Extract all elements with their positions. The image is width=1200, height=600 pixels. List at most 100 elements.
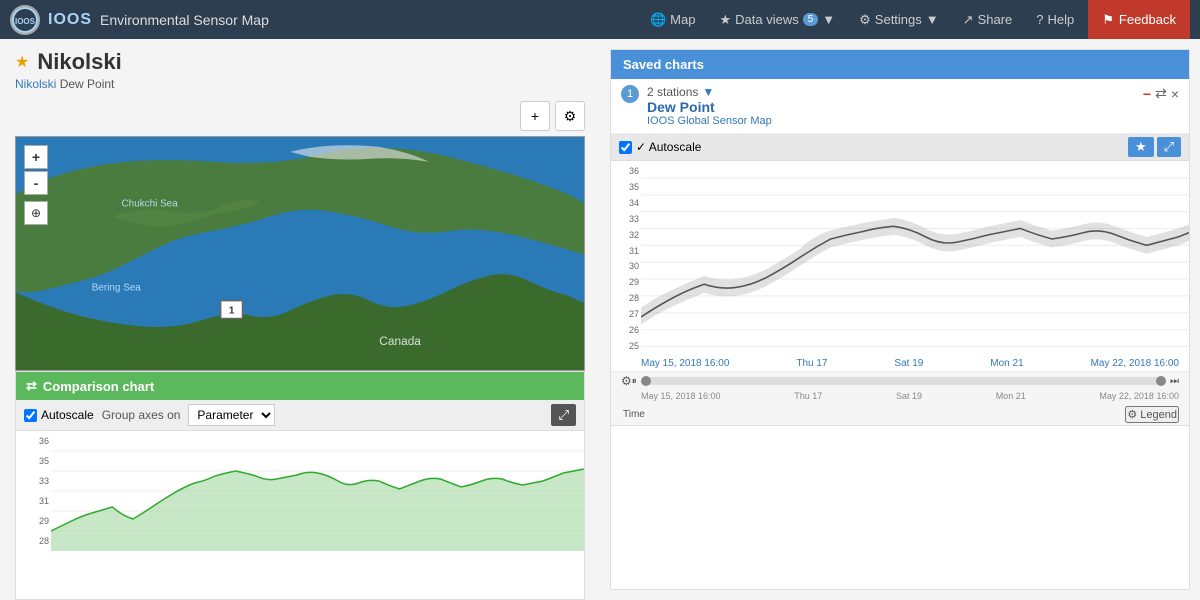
svg-text:Canada: Canada [379,334,421,348]
shuffle-icon: ⇄ [26,378,37,394]
chart-info: 2 stations ▼ Dew Point IOOS Global Senso… [647,85,1143,127]
breadcrumb: Nikolski Dew Point [15,77,585,91]
time-label-1: May 15, 2018 16:00 [641,358,729,369]
stations-row: 2 stations ▼ [647,85,1143,99]
slider-left-thumb[interactable] [641,376,651,386]
svg-text:1: 1 [229,305,235,316]
autoscale-text: ✓ Autoscale [636,140,701,154]
close-chart-button[interactable]: × [1171,85,1179,102]
globe-icon: 🌐 [650,12,666,28]
app-title: Environmental Sensor Map [100,12,269,28]
shuffle-chart-button[interactable]: ⇄ [1155,85,1167,102]
expand-comparison-button[interactable]: ⤢ [551,404,576,426]
gear-icon: ⚙ [859,12,871,28]
data-views-button[interactable]: ★ Data views 5 ▼ [709,8,845,32]
locate-button[interactable]: ⊕ [24,201,48,225]
help-button[interactable]: ? Help [1026,8,1084,31]
map-container[interactable]: Chukchi Sea Bering Sea Canada 1 + - ⊕ [15,136,585,371]
time-sub-4: Mon 21 [996,391,1026,401]
caret-down-icon: ▼ [822,12,835,27]
chart-number-badge: 1 [621,85,639,103]
chart-action-buttons: ★ ⤢ [1128,137,1181,157]
chart-autoscale-label[interactable]: ✓ Autoscale [619,140,701,154]
data-views-badge: 5 [803,13,819,26]
star-icon: ★ [719,12,731,28]
chart-name[interactable]: Dew Point [647,99,1143,115]
time-sub-2: Thu 17 [794,391,822,401]
legend-button[interactable]: ⚙ Legend [1125,406,1179,423]
group-axes-label: Group axes on [102,408,181,422]
chart-source[interactable]: IOOS Global Sensor Map [647,115,1143,127]
autoscale-checkbox[interactable] [24,409,37,422]
ioos-logo: IOOS [10,5,40,35]
saved-charts-panel: Saved charts 1 2 stations ▼ Dew Point IO… [610,49,1190,590]
svg-text:Chukchi Sea: Chukchi Sea [122,198,179,209]
time-axis-label: Time [621,407,647,422]
header-nav: 🌐 Map ★ Data views 5 ▼ ⚙ Settings ▼ ↗ Sh… [640,0,1190,39]
slider-end-icon: ⏭ [1170,376,1179,387]
slider-area: ⏸ ⏭ [632,376,1179,387]
time-sub-axis: May 15, 2018 16:00 Thu 17 Sat 19 Mon 21 … [611,390,1189,404]
breadcrumb-link[interactable]: Nikolski [15,77,56,91]
gear-legend-icon: ⚙ [1127,408,1137,421]
chart-svg [641,161,1189,356]
chart-gear-button[interactable]: ⚙ [621,374,632,388]
stations-dropdown-icon[interactable]: ▼ [702,85,714,99]
main-container: ★ Nikolski Nikolski Dew Point + ⚙ [0,39,1200,600]
header: IOOS IOOS Environmental Sensor Map 🌐 Map… [0,0,1200,39]
add-chart-button[interactable]: + [520,101,550,131]
feedback-button[interactable]: ⚑ Feedback [1088,0,1190,39]
slider-right-thumb[interactable] [1156,376,1166,386]
help-icon: ? [1036,12,1043,27]
page-toolbar: + ⚙ [0,96,600,136]
time-sub-3: Sat 19 [896,391,922,401]
map-zoom-controls: + - ⊕ [24,145,48,225]
svg-text:IOOS: IOOS [15,17,36,26]
slider-pause-icon[interactable]: ⏸ [632,376,637,387]
chart-y-axis: 36 35 34 33 32 31 30 29 28 27 26 25 [611,161,641,356]
time-slider[interactable] [641,377,1166,385]
flag-icon: ⚑ [1102,12,1114,28]
chart-expand-button[interactable]: ⤢ [1157,137,1181,157]
comparison-section: ⇄ Comparison chart Autoscale Group axes … [15,371,585,600]
page-settings-button[interactable]: ⚙ [555,101,585,131]
svg-text:Bering Sea: Bering Sea [92,283,142,294]
autoscale-label[interactable]: Autoscale [24,408,94,422]
page-header: ★ Nikolski Nikolski Dew Point [0,39,600,96]
time-label-4: Mon 21 [990,358,1023,369]
comparison-header: ⇄ Comparison chart [16,372,584,400]
comparison-toolbar: Autoscale Group axes on Parameter ⤢ [16,400,584,431]
main-chart: 36 35 34 33 32 31 30 29 28 27 26 25 [611,161,1189,356]
zoom-out-button[interactable]: - [24,171,48,195]
page-title: Nikolski [37,49,121,75]
settings-button[interactable]: ⚙ Settings ▼ [849,8,949,32]
chart-actions: − ⇄ × [1143,85,1179,102]
time-label-2: Thu 17 [796,358,827,369]
time-label-5: May 22, 2018 16:00 [1091,358,1179,369]
logo-area: IOOS IOOS Environmental Sensor Map [10,5,630,35]
favorite-star-icon[interactable]: ★ [15,52,29,72]
share-button[interactable]: ↗ Share [953,8,1023,32]
time-sub-1: May 15, 2018 16:00 [641,391,721,401]
settings-caret-icon: ▼ [926,12,939,27]
chart-bottom-bar: Time ⚙ Legend [611,404,1189,425]
right-panel: Saved charts 1 2 stations ▼ Dew Point IO… [600,39,1200,600]
breadcrumb-suffix: Dew Point [60,77,115,91]
comparison-chart-area: 36 35 33 31 29 28 [16,431,584,551]
zoom-in-button[interactable]: + [24,145,48,169]
saved-charts-header: Saved charts [611,50,1189,79]
chart-autoscale-bar: ✓ Autoscale ★ ⤢ [611,134,1189,161]
chart-autoscale-checkbox[interactable] [619,141,632,154]
group-axes-select[interactable]: Parameter [188,404,275,426]
logo-text: IOOS [48,11,92,29]
chart-star-button[interactable]: ★ [1128,137,1154,157]
stations-count: 2 stations [647,85,698,99]
chart-item-1: 1 2 stations ▼ Dew Point IOOS Global Sen… [611,79,1189,134]
time-label-3: Sat 19 [894,358,923,369]
page-title-row: ★ Nikolski [15,49,585,75]
remove-chart-button[interactable]: − [1143,85,1151,102]
map-nav-button[interactable]: 🌐 Map [640,8,705,32]
comparison-title: Comparison chart [43,379,154,394]
chart-display-area: ✓ Autoscale ★ ⤢ 36 35 34 33 32 31 [611,134,1189,426]
chart-footer: ⚙ ⏸ ⏭ [611,371,1189,390]
